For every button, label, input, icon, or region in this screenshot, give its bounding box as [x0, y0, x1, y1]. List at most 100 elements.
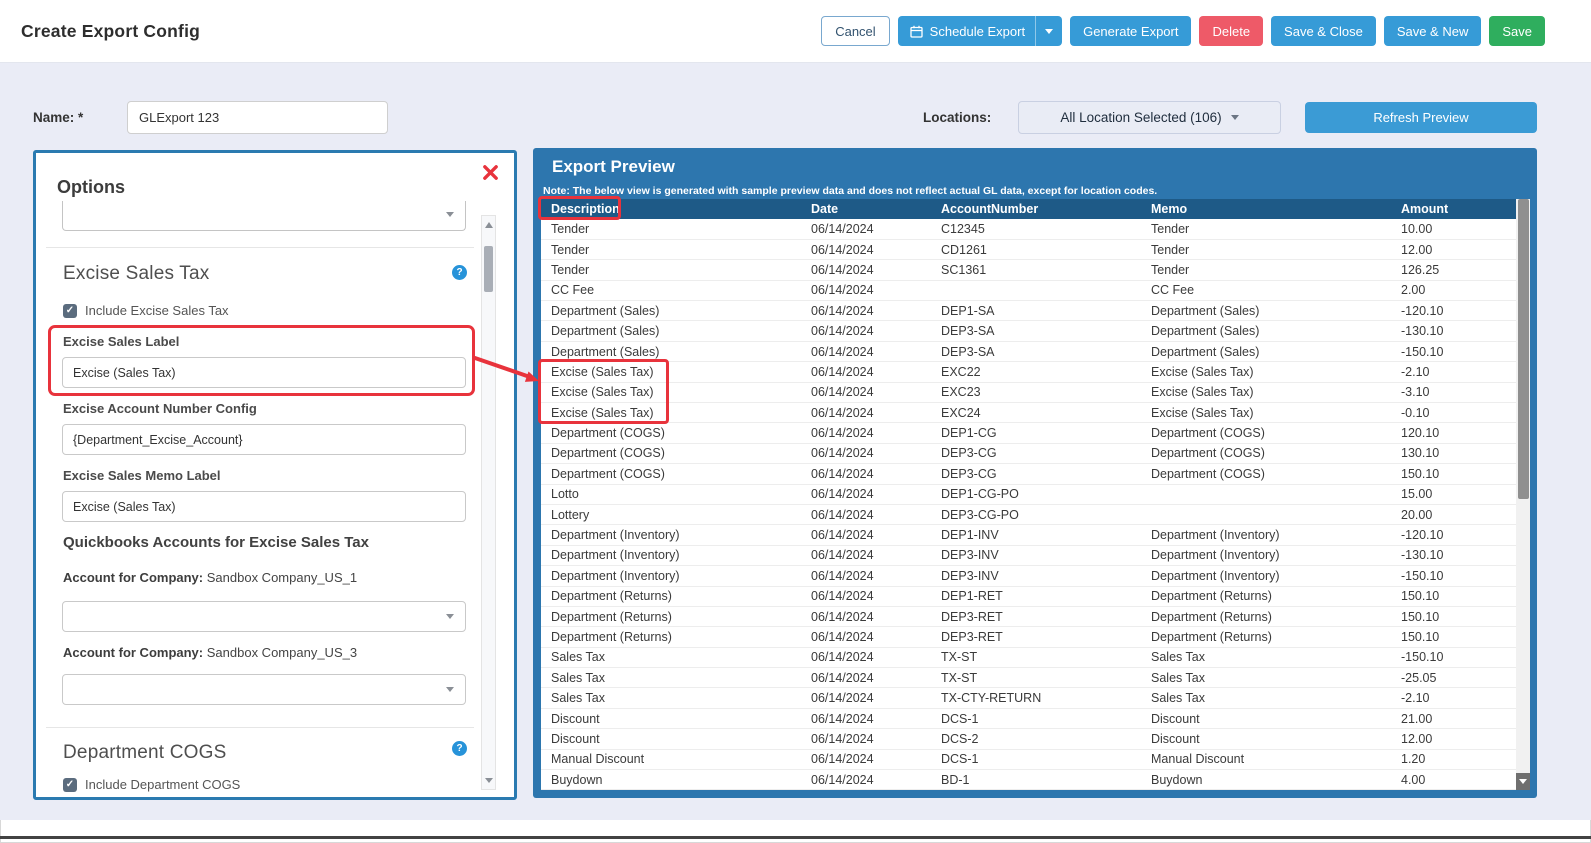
table-cell: 06/14/2024	[801, 729, 931, 749]
scrollbar-thumb[interactable]	[1518, 199, 1529, 499]
table-cell: -150.10	[1391, 341, 1516, 361]
table-cell: 06/14/2024	[801, 260, 931, 280]
company-account-label-2: Account for Company: Sandbox Company_US_…	[63, 645, 357, 660]
help-icon[interactable]	[452, 741, 467, 756]
locations-label: Locations:	[923, 110, 991, 125]
scroll-down-icon[interactable]	[485, 778, 493, 783]
table-row: Manual Discount06/14/2024DCS-1Manual Dis…	[541, 749, 1516, 769]
chevron-down-icon	[1231, 115, 1239, 120]
table-cell: DEP3-CG	[931, 464, 1141, 484]
delete-button[interactable]: Delete	[1199, 16, 1263, 46]
table-cell: 06/14/2024	[801, 341, 931, 361]
name-input[interactable]	[127, 101, 388, 134]
table-cell: 12.00	[1391, 729, 1516, 749]
column-header-date[interactable]: Date	[801, 199, 931, 219]
table-cell: Tender	[1141, 239, 1391, 259]
table-cell: DCS-1	[931, 749, 1141, 769]
table-cell: Department (Sales)	[541, 301, 801, 321]
department-cogs-heading: Department COGS	[63, 742, 227, 764]
table-cell: Tender	[1141, 260, 1391, 280]
company-account-dropdown-1[interactable]	[62, 601, 466, 632]
table-cell: 06/14/2024	[801, 382, 931, 402]
column-header-memo[interactable]: Memo	[1141, 199, 1391, 219]
table-row: Department (COGS)06/14/2024DEP3-CGDepart…	[541, 464, 1516, 484]
table-cell	[1141, 484, 1391, 504]
generate-export-button[interactable]: Generate Export	[1070, 16, 1191, 46]
schedule-export-button[interactable]: Schedule Export	[898, 16, 1062, 46]
table-cell: 15.00	[1391, 484, 1516, 504]
table-cell: 150.10	[1391, 586, 1516, 606]
table-cell: DEP3-RET	[931, 606, 1141, 626]
table-cell: Lottery	[541, 504, 801, 524]
scroll-down-button[interactable]	[1516, 773, 1530, 790]
column-header-description[interactable]: Description	[541, 199, 801, 219]
table-cell: Sales Tax	[541, 647, 801, 667]
checkbox-checked-icon[interactable]	[63, 304, 77, 318]
table-cell: EXC23	[931, 382, 1141, 402]
divider	[46, 727, 474, 728]
cancel-button[interactable]: Cancel	[821, 16, 889, 46]
close-icon[interactable]	[482, 164, 499, 181]
table-cell: 06/14/2024	[801, 423, 931, 443]
locations-dropdown[interactable]: All Location Selected (106)	[1018, 101, 1281, 134]
column-header-amount[interactable]: Amount	[1391, 199, 1516, 219]
table-cell: Department (Sales)	[1141, 341, 1391, 361]
table-cell: Department (Sales)	[1141, 301, 1391, 321]
include-dept-cogs-checkbox-row[interactable]: Include Department COGS	[63, 777, 240, 792]
column-header-accountnumber[interactable]: AccountNumber	[931, 199, 1141, 219]
table-row: Lottery06/14/2024DEP3-CG-PO20.00	[541, 504, 1516, 524]
table-cell	[931, 280, 1141, 300]
checkbox-checked-icon[interactable]	[63, 778, 77, 792]
preview-header-row: DescriptionDateAccountNumberMemoAmount	[541, 199, 1516, 219]
divider	[46, 247, 474, 248]
table-cell: Tender	[1141, 219, 1391, 239]
chevron-down-icon[interactable]	[1036, 16, 1062, 46]
table-cell: Sales Tax	[1141, 647, 1391, 667]
table-cell: DEP1-SA	[931, 301, 1141, 321]
table-cell: CC Fee	[1141, 280, 1391, 300]
table-cell: CD1261	[931, 239, 1141, 259]
table-cell: C12345	[931, 219, 1141, 239]
table-cell: 12.00	[1391, 239, 1516, 259]
table-cell: -2.10	[1391, 688, 1516, 708]
company-account-dropdown-2[interactable]	[62, 674, 466, 705]
table-cell: 06/14/2024	[801, 239, 931, 259]
save-button[interactable]: Save	[1489, 16, 1545, 46]
table-row: Department (Sales)06/14/2024DEP1-SADepar…	[541, 301, 1516, 321]
table-cell: -130.10	[1391, 321, 1516, 341]
excise-sales-label-label: Excise Sales Label	[63, 334, 179, 349]
table-cell: Discount	[1141, 708, 1391, 728]
table-cell: 06/14/2024	[801, 362, 931, 382]
save-and-close-button[interactable]: Save & Close	[1271, 16, 1376, 46]
table-cell: SC1361	[931, 260, 1141, 280]
table-cell: Lotto	[541, 484, 801, 504]
preview-scrollbar[interactable]	[1516, 199, 1530, 790]
excise-memo-label-input[interactable]	[62, 491, 466, 522]
table-row: CC Fee06/14/2024CC Fee2.00	[541, 280, 1516, 300]
help-icon[interactable]	[452, 265, 467, 280]
refresh-preview-button[interactable]: Refresh Preview	[1305, 102, 1537, 133]
table-cell: 06/14/2024	[801, 586, 931, 606]
table-cell: -3.10	[1391, 382, 1516, 402]
include-excise-checkbox-row[interactable]: Include Excise Sales Tax	[63, 303, 229, 318]
table-cell: -2.10	[1391, 362, 1516, 382]
company-name: Sandbox Company_US_3	[207, 645, 357, 660]
table-cell: Department (Inventory)	[1141, 566, 1391, 586]
include-excise-label: Include Excise Sales Tax	[85, 303, 229, 318]
table-row: Discount06/14/2024DCS-1Discount21.00	[541, 708, 1516, 728]
scroll-up-icon[interactable]	[485, 222, 493, 228]
table-row: Sales Tax06/14/2024TX-STSales Tax-25.05	[541, 668, 1516, 688]
company-account-label-1: Account for Company: Sandbox Company_US_…	[63, 570, 357, 585]
partial-dropdown[interactable]	[62, 201, 466, 231]
excise-account-config-input[interactable]	[62, 424, 466, 455]
table-cell: Department (COGS)	[541, 423, 801, 443]
scrollbar-thumb[interactable]	[484, 246, 493, 292]
table-cell: 06/14/2024	[801, 280, 931, 300]
table-cell: TX-CTY-RETURN	[931, 688, 1141, 708]
save-and-new-button[interactable]: Save & New	[1384, 16, 1482, 46]
excise-sales-label-input[interactable]	[62, 357, 466, 388]
options-scrollbar[interactable]	[481, 215, 496, 790]
table-row: Tender06/14/2024CD1261Tender12.00	[541, 239, 1516, 259]
account-for-company-label: Account for Company:	[63, 645, 203, 660]
table-cell: Discount	[541, 729, 801, 749]
